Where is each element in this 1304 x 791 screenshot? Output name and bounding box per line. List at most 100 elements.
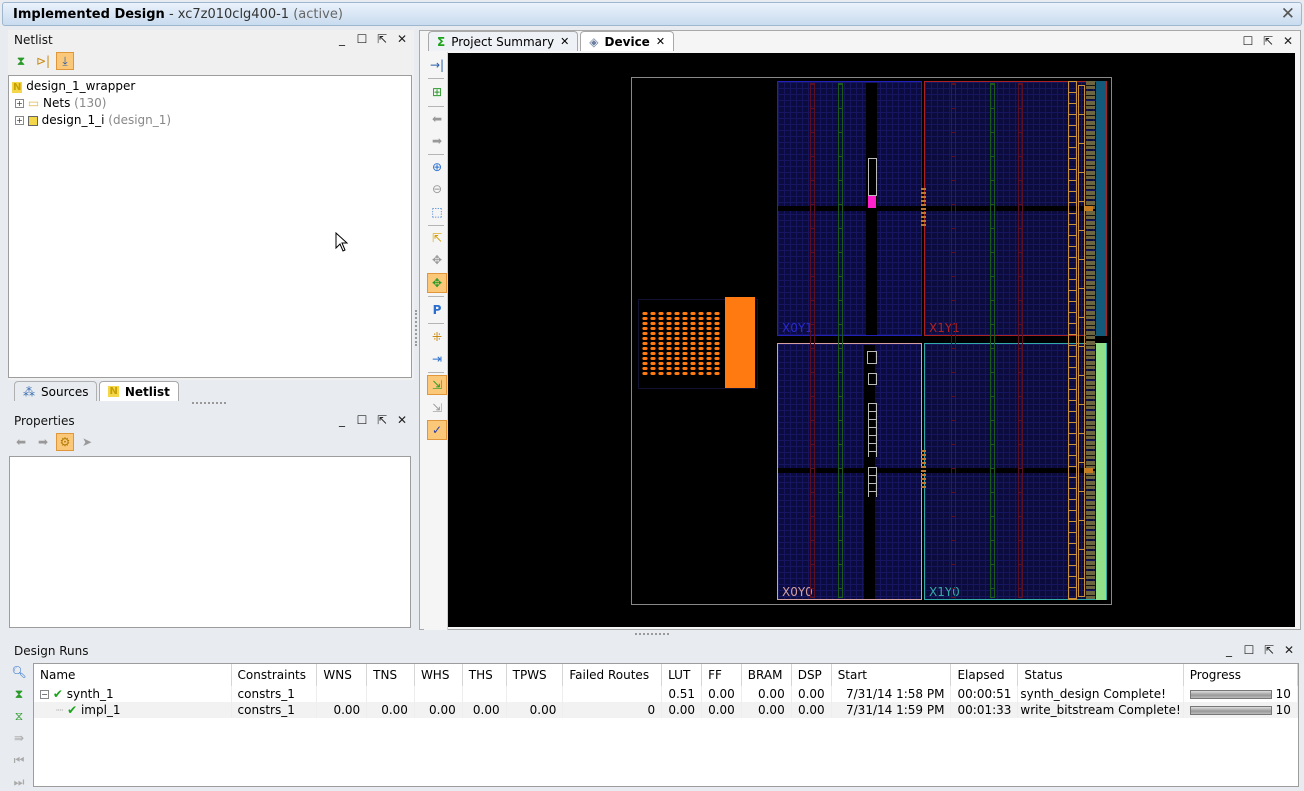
col-status[interactable]: Status bbox=[1017, 664, 1184, 686]
netlist-header: Netlist _ ☐ ⇱ ✕ bbox=[14, 32, 408, 47]
float-button[interactable]: ⇱ bbox=[1263, 643, 1275, 657]
close-button[interactable]: ✕ bbox=[396, 32, 408, 46]
expand-all-icon[interactable]: ⧖ bbox=[10, 707, 28, 725]
close-tab-icon[interactable]: ✕ bbox=[656, 35, 665, 48]
drc-icon[interactable]: ✓ bbox=[427, 420, 447, 440]
sigma-icon: Σ bbox=[437, 34, 446, 49]
properties-icon[interactable]: ⚙ bbox=[56, 433, 74, 451]
expand-icon[interactable]: + bbox=[15, 116, 24, 125]
col-progress[interactable]: Progress bbox=[1183, 664, 1298, 686]
show-connectivity-icon[interactable]: ⊳| bbox=[34, 52, 52, 70]
tab-device[interactable]: ◈ Device ✕ bbox=[580, 31, 675, 51]
col-elapsed[interactable]: Elapsed bbox=[950, 664, 1019, 686]
maximize-button[interactable]: ☐ bbox=[1242, 34, 1254, 48]
search-icon[interactable]: 🔍︎ bbox=[10, 663, 28, 681]
routing-resources-icon[interactable]: ⁜ bbox=[427, 327, 447, 347]
select-pointer-icon[interactable]: ➤ bbox=[78, 433, 96, 451]
tree-item-design-1-i[interactable]: + design_1_i (design_1) bbox=[12, 112, 408, 129]
auto-fit-icon[interactable]: ✥ bbox=[427, 273, 447, 293]
io-planning-icon[interactable]: ⇲ bbox=[427, 375, 447, 395]
col-tns[interactable]: TNS bbox=[366, 664, 415, 686]
properties-toolbar: ⬅ ➡ ⚙ ➤ bbox=[12, 433, 96, 451]
float-button[interactable]: ⇱ bbox=[1262, 34, 1274, 48]
maximize-button[interactable]: ☐ bbox=[1243, 643, 1255, 657]
minimize-button[interactable]: _ bbox=[336, 413, 348, 427]
close-tab-icon[interactable]: ✕ bbox=[560, 35, 569, 48]
forward-icon[interactable]: ➡ bbox=[34, 433, 52, 451]
col-wns[interactable]: WNS bbox=[316, 664, 368, 686]
clock-connector bbox=[921, 188, 926, 226]
run-name-cell: ┈ ✔ impl_1 bbox=[34, 702, 232, 718]
zoom-in-icon[interactable]: ⊕ bbox=[427, 157, 447, 177]
properties-content bbox=[9, 456, 411, 628]
next-icon[interactable]: ⏭ bbox=[10, 773, 28, 791]
clock-spine-bottom bbox=[778, 468, 1106, 473]
back-icon[interactable]: ⬅ bbox=[12, 433, 30, 451]
unplace-icon[interactable]: ⇲ bbox=[427, 398, 447, 418]
minimize-button[interactable]: _ bbox=[336, 32, 348, 46]
close-button[interactable]: ✕ bbox=[396, 413, 408, 427]
col-name[interactable]: Name bbox=[34, 664, 232, 686]
expand-icon[interactable]: + bbox=[15, 99, 24, 108]
tree-root[interactable]: N design_1_wrapper bbox=[12, 78, 408, 95]
tree-item-nets[interactable]: + ▭ Nets (130) bbox=[12, 95, 408, 112]
placed-cell bbox=[868, 196, 876, 208]
table-row[interactable]: − ✔ synth_1 constrs_1 0.51 0.00 0.00 0.0… bbox=[34, 686, 1298, 702]
close-button[interactable]: ✕ bbox=[1282, 34, 1294, 48]
col-failed-routes[interactable]: Failed Routes bbox=[562, 664, 663, 686]
expand-icon[interactable]: →| bbox=[427, 55, 447, 75]
col-ths[interactable]: THS bbox=[462, 664, 507, 686]
progress-bar bbox=[1189, 690, 1272, 699]
tab-netlist[interactable]: N Netlist bbox=[99, 381, 179, 401]
schematic-icon[interactable]: ⊞ bbox=[427, 82, 447, 102]
col-start[interactable]: Start bbox=[831, 664, 952, 686]
collapse-all-icon[interactable]: ⧗ bbox=[10, 685, 28, 703]
check-icon: ✔ bbox=[52, 687, 63, 701]
fit-selection-icon[interactable]: ✥ bbox=[427, 250, 447, 270]
left-panel-tabs: ⁂ Sources N Netlist bbox=[14, 381, 181, 401]
col-constraints[interactable]: Constraints bbox=[231, 664, 318, 686]
col-lut[interactable]: LUT bbox=[661, 664, 703, 686]
add-pblock-icon[interactable]: P bbox=[427, 300, 447, 320]
launch-run-icon[interactable]: ⇛ bbox=[10, 729, 28, 747]
close-button[interactable]: ✕ bbox=[1283, 643, 1295, 657]
col-whs[interactable]: WHS bbox=[414, 664, 463, 686]
table-row[interactable]: ┈ ✔ impl_1 constrs_1 0.00 0.00 0.00 0.00… bbox=[34, 702, 1298, 718]
collapse-all-icon[interactable]: ⧗ bbox=[12, 52, 30, 70]
bufg-column bbox=[868, 467, 877, 497]
horizontal-splitter[interactable] bbox=[635, 633, 669, 636]
col-tpws[interactable]: TPWS bbox=[506, 664, 564, 686]
gt-column-bottom bbox=[1096, 343, 1106, 600]
minimize-button[interactable]: _ bbox=[1223, 643, 1235, 657]
forward-icon[interactable]: ➡ bbox=[427, 131, 447, 151]
cell-icon bbox=[27, 115, 38, 126]
netlist-icon: N bbox=[108, 386, 119, 397]
close-window-button[interactable]: ✕ bbox=[1281, 4, 1295, 24]
device-icon: ◈ bbox=[589, 34, 599, 49]
auto-select-icon[interactable]: ⤓ bbox=[56, 52, 74, 70]
col-dsp[interactable]: DSP bbox=[791, 664, 832, 686]
tab-sources[interactable]: ⁂ Sources bbox=[14, 381, 98, 401]
col-ff[interactable]: FF bbox=[701, 664, 742, 686]
sources-icon: ⁂ bbox=[23, 384, 35, 399]
first-icon[interactable]: ⏮ bbox=[10, 751, 28, 769]
netlist-tree: N design_1_wrapper + ▭ Nets (130) + desi… bbox=[8, 75, 412, 378]
select-area-icon[interactable]: ⇱ bbox=[427, 228, 447, 248]
col-bram[interactable]: BRAM bbox=[741, 664, 792, 686]
zoom-fit-icon[interactable]: ⬚ bbox=[427, 202, 447, 222]
maximize-button[interactable]: ☐ bbox=[356, 413, 368, 427]
maximize-button[interactable]: ☐ bbox=[356, 32, 368, 46]
io-bank-column bbox=[1068, 81, 1077, 600]
bram-column bbox=[951, 83, 956, 598]
float-button[interactable]: ⇱ bbox=[376, 413, 388, 427]
move-icon[interactable]: ⇥ bbox=[427, 349, 447, 369]
device-canvas[interactable]: X0Y1 X1Y1 X0Y0 X1Y0 bbox=[448, 53, 1295, 627]
float-button[interactable]: ⇱ bbox=[376, 32, 388, 46]
clock-connector bbox=[921, 450, 926, 488]
tab-project-summary[interactable]: Σ Project Summary ✕ bbox=[428, 31, 579, 51]
collapse-icon[interactable]: − bbox=[40, 690, 49, 699]
zoom-out-icon[interactable]: ⊖ bbox=[427, 179, 447, 199]
splitter-handle[interactable] bbox=[192, 402, 226, 405]
back-icon[interactable]: ⬅ bbox=[427, 109, 447, 129]
vertical-splitter[interactable] bbox=[415, 310, 418, 346]
